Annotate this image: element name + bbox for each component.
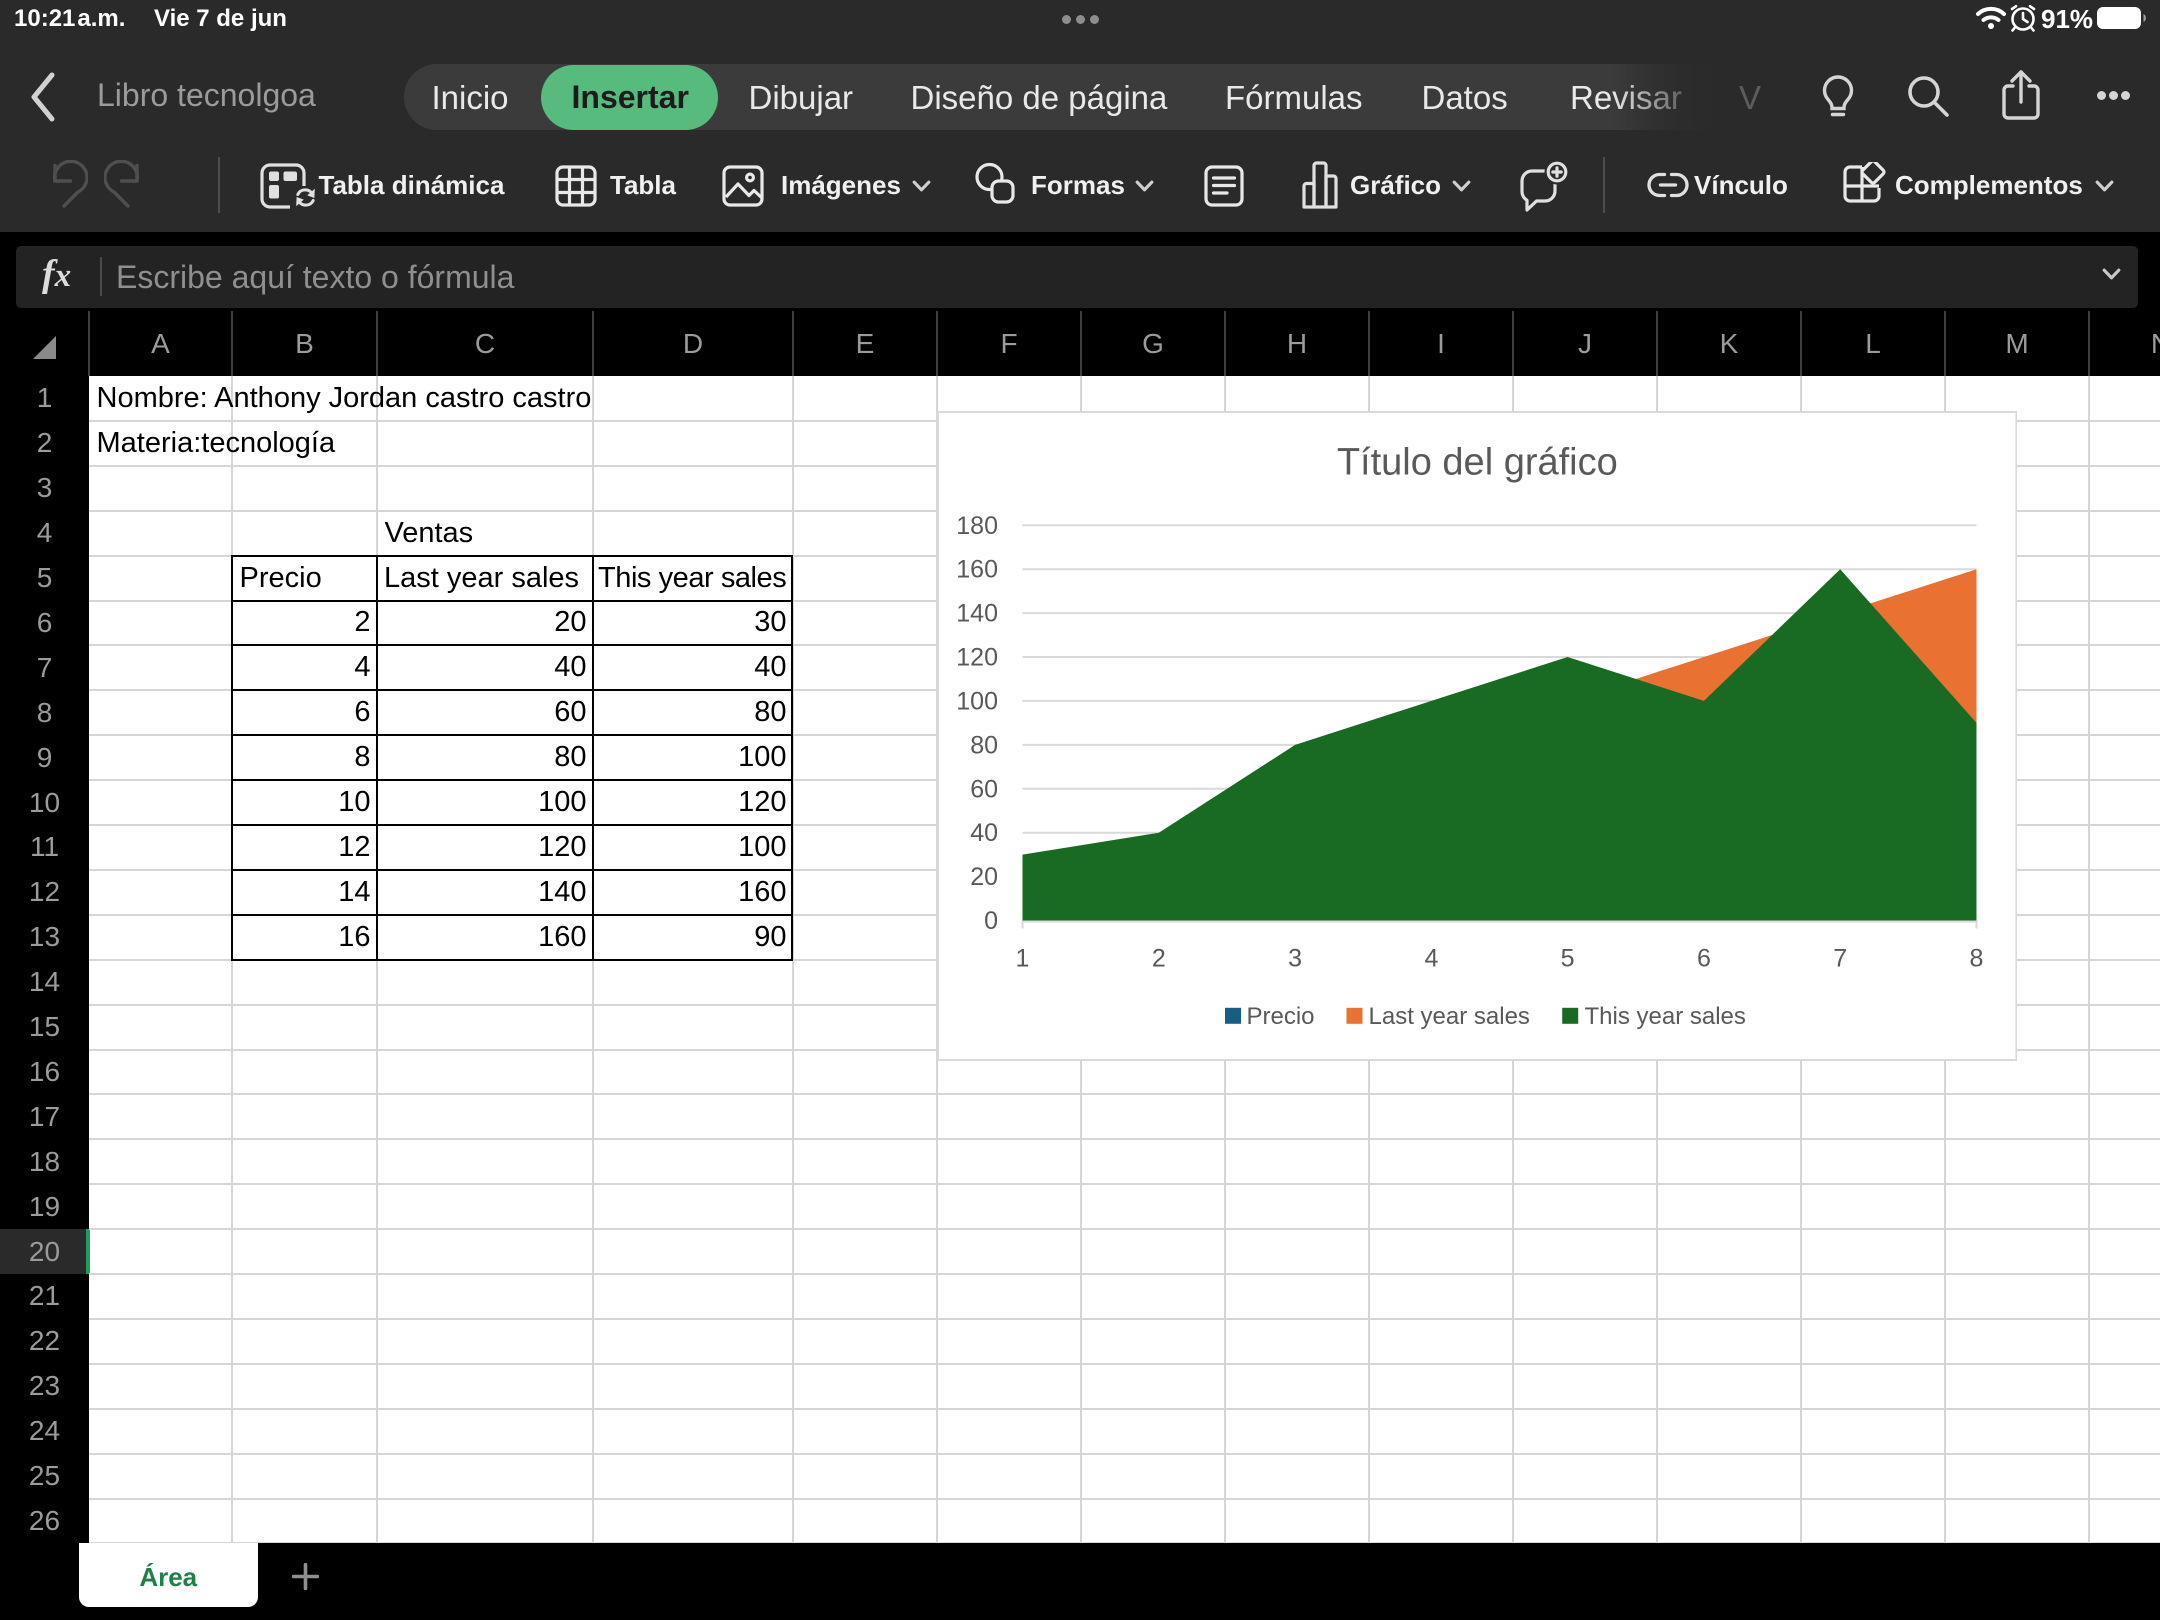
svg-text:1: 1 (1015, 944, 1029, 972)
svg-text:160: 160 (956, 555, 998, 583)
svg-text:Last year sales: Last year sales (1368, 1003, 1529, 1030)
svg-text:5: 5 (1560, 944, 1574, 972)
svg-text:20: 20 (970, 863, 998, 891)
svg-text:120: 120 (956, 643, 998, 671)
svg-text:8: 8 (1969, 944, 1983, 972)
svg-text:Precio: Precio (1246, 1003, 1314, 1030)
svg-text:80: 80 (970, 731, 998, 759)
svg-text:40: 40 (970, 819, 998, 847)
svg-text:Título del gráfico: Título del gráfico (1336, 441, 1617, 483)
svg-text:60: 60 (970, 775, 998, 803)
svg-text:2: 2 (1151, 944, 1165, 972)
svg-text:6: 6 (1696, 944, 1710, 972)
svg-text:This year sales: This year sales (1584, 1003, 1745, 1030)
svg-text:100: 100 (956, 687, 998, 715)
svg-text:7: 7 (1833, 944, 1847, 972)
svg-text:3: 3 (1288, 944, 1302, 972)
svg-text:180: 180 (956, 511, 998, 539)
svg-text:0: 0 (984, 907, 998, 935)
svg-text:140: 140 (956, 599, 998, 627)
svg-text:4: 4 (1424, 944, 1438, 972)
